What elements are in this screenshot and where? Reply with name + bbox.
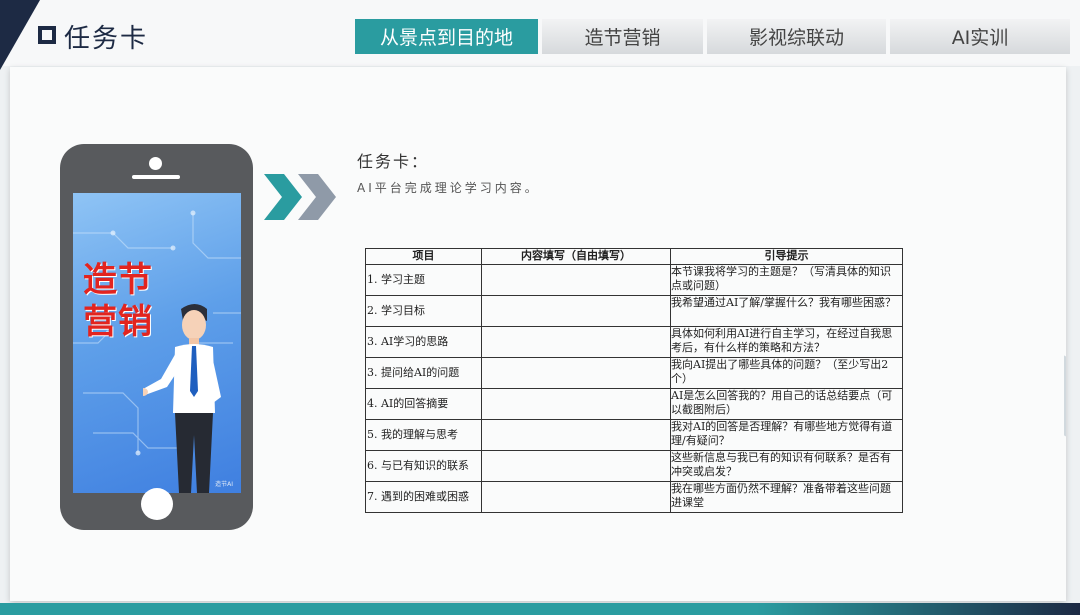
- businessman-illustration: [143, 304, 221, 493]
- screen-badge: 造节AI: [215, 481, 233, 488]
- page-title: 任务卡: [64, 24, 149, 54]
- row-content-cell[interactable]: [481, 450, 671, 482]
- row-item: 3. AI学习的思路: [365, 326, 482, 358]
- edge-decoration: [1064, 355, 1080, 445]
- row-item: 3. 提问给AI的问题: [365, 357, 482, 389]
- table-row: 3. AI学习的思路 具体如何利用AI进行自主学习，在经过自我思考后，有什么样的…: [365, 326, 903, 358]
- row-content-cell[interactable]: [481, 388, 671, 420]
- row-hint: 我希望通过AI了解/掌握什么？我有哪些困惑？: [670, 295, 903, 327]
- table-row: 2. 学习目标 我希望通过AI了解/掌握什么？我有哪些困惑？: [365, 295, 903, 327]
- row-hint: 具体如何利用AI进行自主学习，在经过自我思考后，有什么样的策略和方法？: [670, 326, 903, 358]
- row-content-cell[interactable]: [481, 481, 671, 513]
- row-item: 1. 学习主题: [365, 264, 482, 296]
- phone-illustration: 造节营销 造节AI: [60, 144, 253, 530]
- row-hint: 我对AI的回答是否理解？有哪些地方觉得有道理/有疑问？: [670, 419, 903, 451]
- tab-scenic-to-destination[interactable]: 从景点到目的地: [355, 19, 538, 54]
- tab-film-variety-linkage[interactable]: 影视综联动: [707, 19, 886, 54]
- table-row: 3. 提问给AI的问题 我向AI提出了哪些具体的问题？（至少写出2个）: [365, 357, 903, 389]
- row-hint: 这些新信息与我已有的知识有何联系？是否有冲突或启发？: [670, 450, 903, 482]
- row-item: 6. 与已有知识的联系: [365, 450, 482, 482]
- header-bar: 任务卡 从景点到目的地 造节营销 影视综联动 AI实训: [0, 0, 1080, 70]
- row-content-cell[interactable]: [481, 264, 671, 296]
- row-item: 2. 学习目标: [365, 295, 482, 327]
- row-hint: AI是怎么回答我的？用自己的话总结要点（可以截图附后）: [670, 388, 903, 420]
- bottom-stripe: [0, 603, 1080, 615]
- corner-decoration: [0, 0, 40, 70]
- column-header-item: 项目: [365, 248, 482, 265]
- task-card-heading: 任务卡：: [357, 152, 430, 171]
- tab-ai-training[interactable]: AI实训: [890, 19, 1070, 54]
- table-row: 5. 我的理解与思考 我对AI的回答是否理解？有哪些地方觉得有道理/有疑问？: [365, 419, 903, 451]
- table-row: 4. AI的回答摘要 AI是怎么回答我的？用自己的话总结要点（可以截图附后）: [365, 388, 903, 420]
- tab-festival-marketing[interactable]: 造节营销: [542, 19, 703, 54]
- row-hint: 我向AI提出了哪些具体的问题？（至少写出2个）: [670, 357, 903, 389]
- phone-home-button-icon: [141, 488, 173, 520]
- column-header-content: 内容填写（自由填写）: [481, 248, 671, 265]
- row-content-cell[interactable]: [481, 419, 671, 451]
- phone-screen: 造节营销 造节AI: [73, 193, 241, 493]
- square-icon: [38, 26, 56, 44]
- table-row: 7. 遇到的困难或困惑 我在哪些方面仍然不理解？准备带着这些问题进课堂: [365, 481, 903, 513]
- row-item: 4. AI的回答摘要: [365, 388, 482, 420]
- task-table: 项目 内容填写（自由填写） 引导提示 1. 学习主题 本节课我将学习的主题是？（…: [365, 248, 903, 513]
- chevron-right-icon: [264, 174, 336, 220]
- task-description: AI平台完成理论学习内容。: [357, 181, 540, 195]
- phone-speaker: [132, 175, 180, 179]
- tab-bar: 从景点到目的地 造节营销 影视综联动 AI实训: [355, 19, 1074, 54]
- row-content-cell[interactable]: [481, 357, 671, 389]
- row-content-cell[interactable]: [481, 326, 671, 358]
- column-header-hint: 引导提示: [670, 248, 903, 265]
- table-row: 1. 学习主题 本节课我将学习的主题是？（写清具体的知识点或问题）: [365, 264, 903, 296]
- row-item: 7. 遇到的困难或困惑: [365, 481, 482, 513]
- row-hint: 我在哪些方面仍然不理解？准备带着这些问题进课堂: [670, 481, 903, 513]
- row-hint: 本节课我将学习的主题是？（写清具体的知识点或问题）: [670, 264, 903, 296]
- phone-camera-icon: [149, 157, 162, 170]
- row-item: 5. 我的理解与思考: [365, 419, 482, 451]
- row-content-cell[interactable]: [481, 295, 671, 327]
- table-header-row: 项目 内容填写（自由填写） 引导提示: [365, 248, 903, 265]
- table-row: 6. 与已有知识的联系 这些新信息与我已有的知识有何联系？是否有冲突或启发？: [365, 450, 903, 482]
